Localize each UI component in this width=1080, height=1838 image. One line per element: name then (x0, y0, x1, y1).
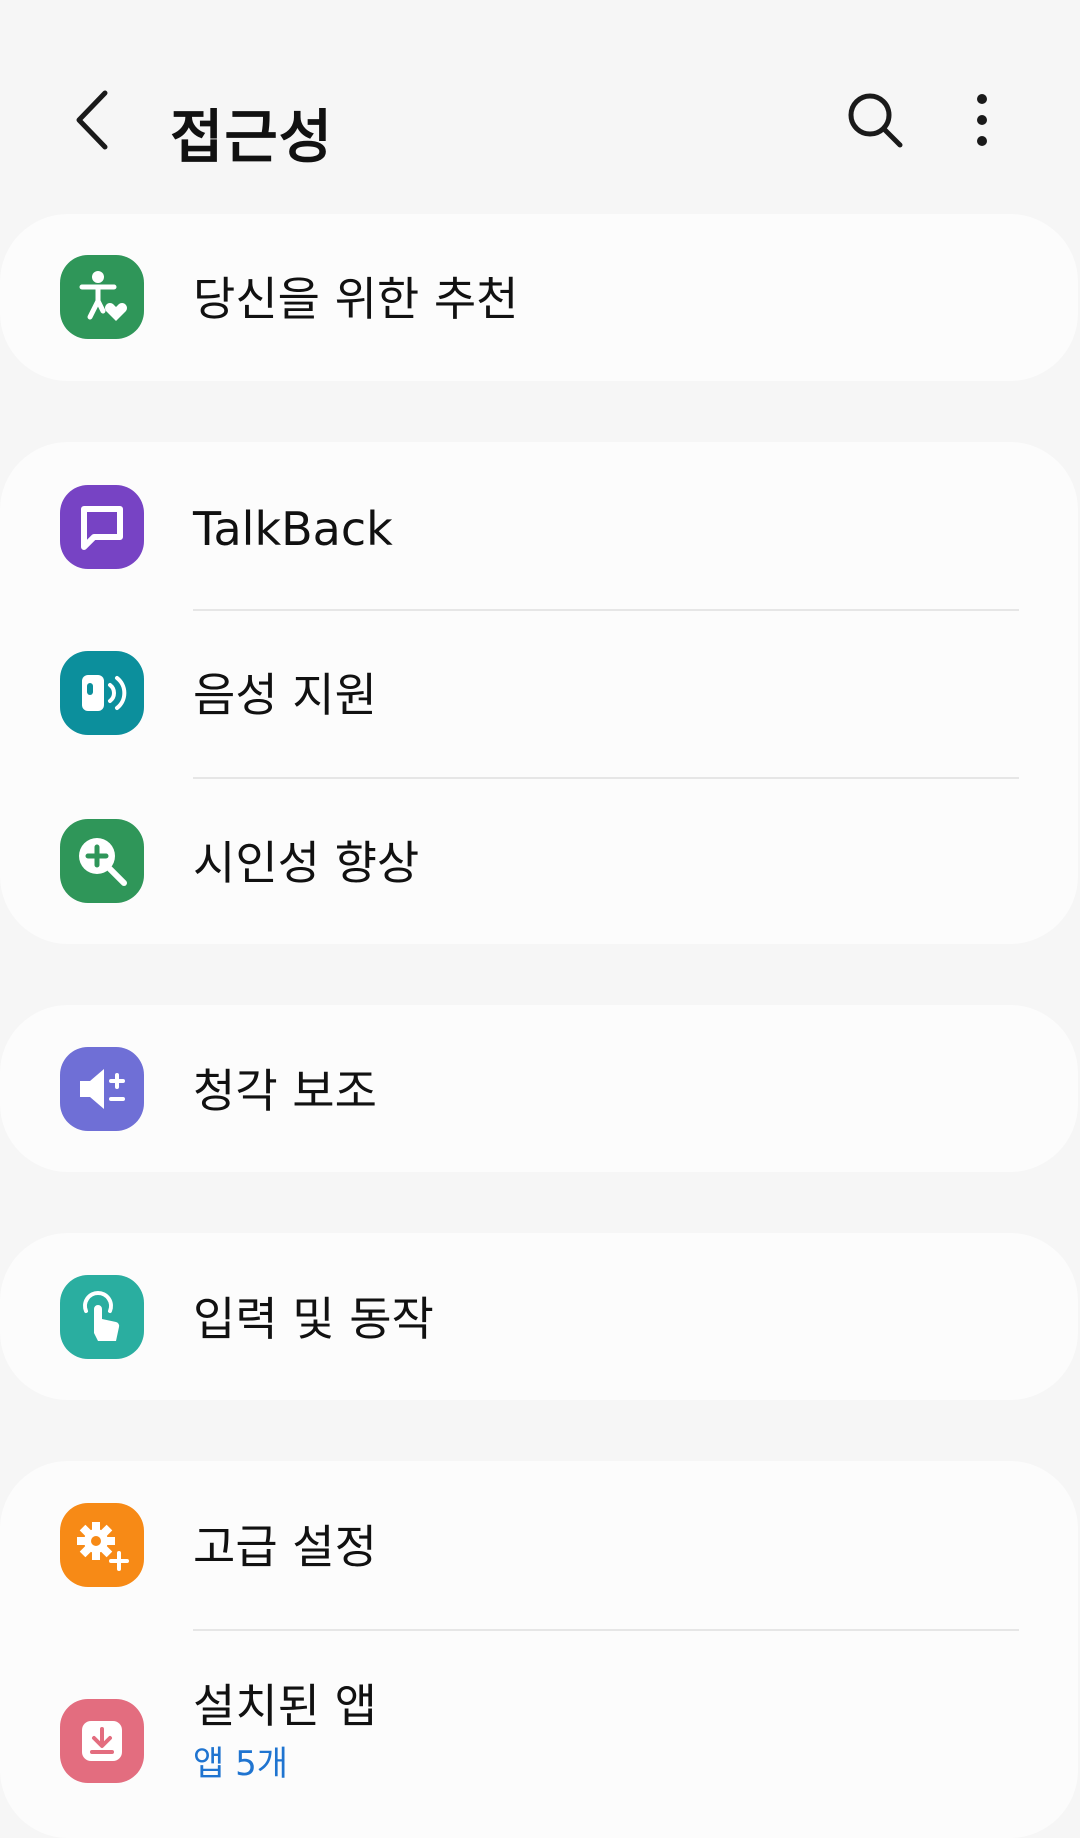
row-label: 시인성 향상 (193, 836, 420, 890)
volume-plus-minus-icon (60, 1047, 144, 1131)
list-item-advanced-settings[interactable]: 고급 설정 (0, 1461, 1078, 1628)
list-item-hearing-assistance[interactable]: 청각 보조 (0, 1005, 1078, 1172)
more-vert-icon (977, 94, 987, 146)
row-label: TalkBack (193, 502, 393, 556)
magnify-plus-icon (60, 819, 144, 903)
row-label: 입력 및 동작 (193, 1292, 434, 1346)
list-item-visibility[interactable]: 시인성 향상 (0, 778, 1078, 945)
accessibility-heart-icon (60, 255, 144, 339)
more-options-button[interactable] (952, 85, 1012, 155)
download-box-icon (60, 1699, 144, 1783)
row-label: 설치된 앱 (193, 1679, 377, 1733)
speaker-voice-icon (60, 651, 144, 735)
search-button[interactable] (840, 85, 910, 155)
touch-hand-icon (60, 1275, 144, 1359)
row-summary: 앱 5개 (193, 1744, 288, 1784)
list-item-voice-assistance[interactable]: 음성 지원 (0, 610, 1078, 777)
row-label: 고급 설정 (193, 1520, 377, 1574)
card-screen-reader-group: TalkBack 음성 지원 시인성 향상 (0, 442, 1078, 944)
page-title: 접근성 (170, 103, 334, 171)
card-interaction: 입력 및 동작 (0, 1233, 1078, 1400)
accessibility-settings-screen: 접근성 당신을 위한 추천 TalkBack 음성 지원 시인성 향상 청각 보… (0, 0, 1080, 1838)
list-item-recommendations[interactable]: 당신을 위한 추천 (0, 214, 1078, 381)
row-label: 당신을 위한 추천 (193, 272, 519, 326)
search-icon (848, 93, 903, 148)
list-item-talkback[interactable]: TalkBack (0, 442, 1078, 609)
app-bar: 접근성 (0, 40, 1080, 200)
row-label: 청각 보조 (193, 1064, 377, 1118)
list-item-installed-apps[interactable]: 설치된 앱 앱 5개 (0, 1630, 1078, 1838)
chevron-left-icon (76, 90, 108, 150)
row-label: 음성 지원 (193, 668, 377, 722)
back-button[interactable] (62, 80, 122, 160)
card-recommendations: 당신을 위한 추천 (0, 214, 1078, 381)
list-item-interaction-dexterity[interactable]: 입력 및 동작 (0, 1233, 1078, 1400)
speech-bubble-icon (60, 485, 144, 569)
card-advanced: 고급 설정 설치된 앱 앱 5개 (0, 1461, 1078, 1838)
gear-plus-icon (60, 1503, 144, 1587)
card-hearing: 청각 보조 (0, 1005, 1078, 1172)
